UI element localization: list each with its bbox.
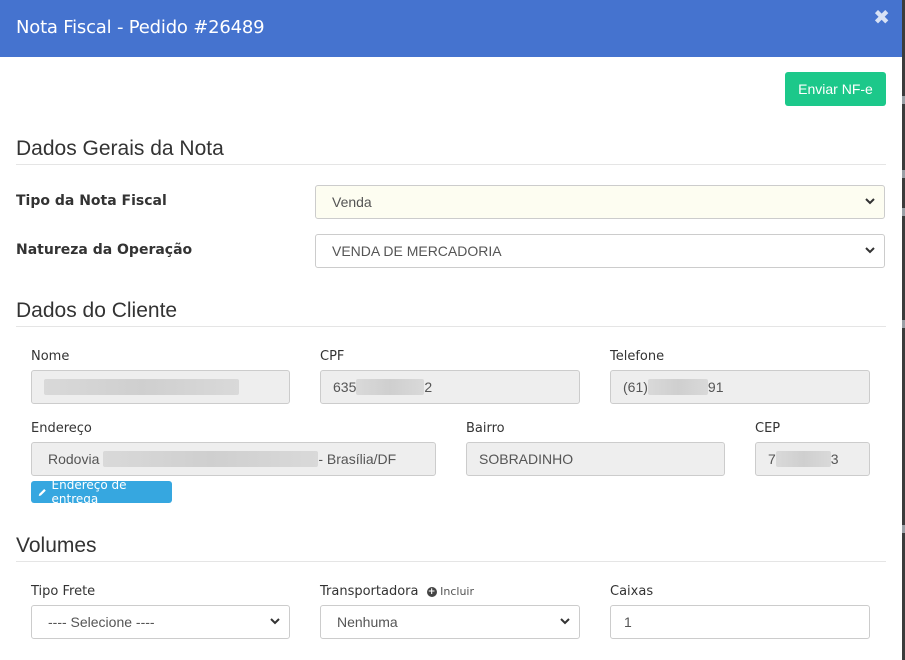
cep-prefix: 7 <box>768 451 776 467</box>
transportadora-label-group: Transportadora + Incluir <box>320 584 474 599</box>
cpf-prefix: 635 <box>333 379 357 395</box>
chevron-down-icon <box>865 247 875 254</box>
caixas-value: 1 <box>624 614 632 630</box>
redacted-text <box>647 379 708 395</box>
bairro-field[interactable]: SOBRADINHO <box>466 442 725 476</box>
plus-circle-icon: + <box>426 587 437 597</box>
delivery-address-label: Endereço de entrega <box>51 478 127 506</box>
natureza-select[interactable]: VENDA DE MERCADORIA <box>315 234 885 268</box>
telefone-prefix: (61) <box>623 379 648 395</box>
caixas-label: Caixas <box>610 584 654 599</box>
redacted-text <box>44 379 239 395</box>
endereco-field[interactable]: Rodovia - Brasília/DF <box>31 442 436 476</box>
cep-label: CEP <box>755 421 781 436</box>
send-nfe-button[interactable]: Enviar NF-e <box>785 72 886 106</box>
section-title-client: Dados do Cliente <box>16 299 178 322</box>
section-title-volumes: Volumes <box>16 534 97 557</box>
bairro-value: SOBRADINHO <box>479 451 574 467</box>
modal-header: Nota Fiscal - Pedido #26489 ✖ <box>0 0 902 57</box>
pencil-icon <box>38 488 46 496</box>
endereco-label: Endereço <box>31 421 92 436</box>
section-divider <box>16 164 886 165</box>
cpf-field[interactable]: 635 2 <box>320 370 580 404</box>
chevron-down-icon <box>560 618 570 625</box>
frete-select[interactable]: ---- Selecione ---- <box>31 605 290 639</box>
frete-value: ---- Selecione ---- <box>48 614 155 630</box>
bairro-label: Bairro <box>466 421 505 436</box>
caixas-input[interactable]: 1 <box>610 605 870 639</box>
cep-field[interactable]: 73 <box>755 442 870 476</box>
endereco-suffix: - Brasília/DF <box>318 451 397 467</box>
incluir-link[interactable]: + Incluir <box>426 585 474 598</box>
telefone-field[interactable]: (61) 91 <box>610 370 870 404</box>
transportadora-value: Nenhuma <box>337 614 398 630</box>
tipo-nota-select[interactable]: Venda <box>315 185 885 219</box>
invoice-modal: Nota Fiscal - Pedido #26489 ✖ Enviar NF-… <box>0 0 902 660</box>
natureza-label: Natureza da Operação <box>16 242 193 258</box>
modal-title: Nota Fiscal - Pedido #26489 <box>16 17 265 38</box>
natureza-value: VENDA DE MERCADORIA <box>332 243 502 259</box>
section-divider <box>16 561 886 562</box>
tipo-nota-label: Tipo da Nota Fiscal <box>16 193 167 209</box>
nome-label: Nome <box>31 349 70 364</box>
cpf-label: CPF <box>320 349 345 364</box>
telefone-suffix: 91 <box>707 379 724 395</box>
frete-label: Tipo Frete <box>31 584 96 599</box>
section-divider <box>16 326 886 327</box>
chevron-down-icon <box>270 618 280 625</box>
redacted-text <box>775 451 831 467</box>
incluir-label: Incluir <box>440 585 474 598</box>
cep-suffix: 3 <box>830 451 839 467</box>
section-title-general: Dados Gerais da Nota <box>16 137 224 160</box>
tipo-nota-value: Venda <box>332 194 372 210</box>
close-icon[interactable]: ✖ <box>873 5 890 29</box>
transportadora-select[interactable]: Nenhuma <box>320 605 580 639</box>
transportadora-label: Transportadora <box>320 584 419 599</box>
chevron-down-icon <box>865 198 875 205</box>
delivery-address-button[interactable]: Endereço de entrega <box>31 478 172 506</box>
endereco-prefix: Rodovia <box>48 451 100 467</box>
cpf-suffix: 2 <box>424 379 433 395</box>
telefone-label: Telefone <box>610 349 665 364</box>
nome-field[interactable] <box>31 370 290 404</box>
redacted-text <box>103 451 319 467</box>
redacted-text <box>356 379 425 395</box>
